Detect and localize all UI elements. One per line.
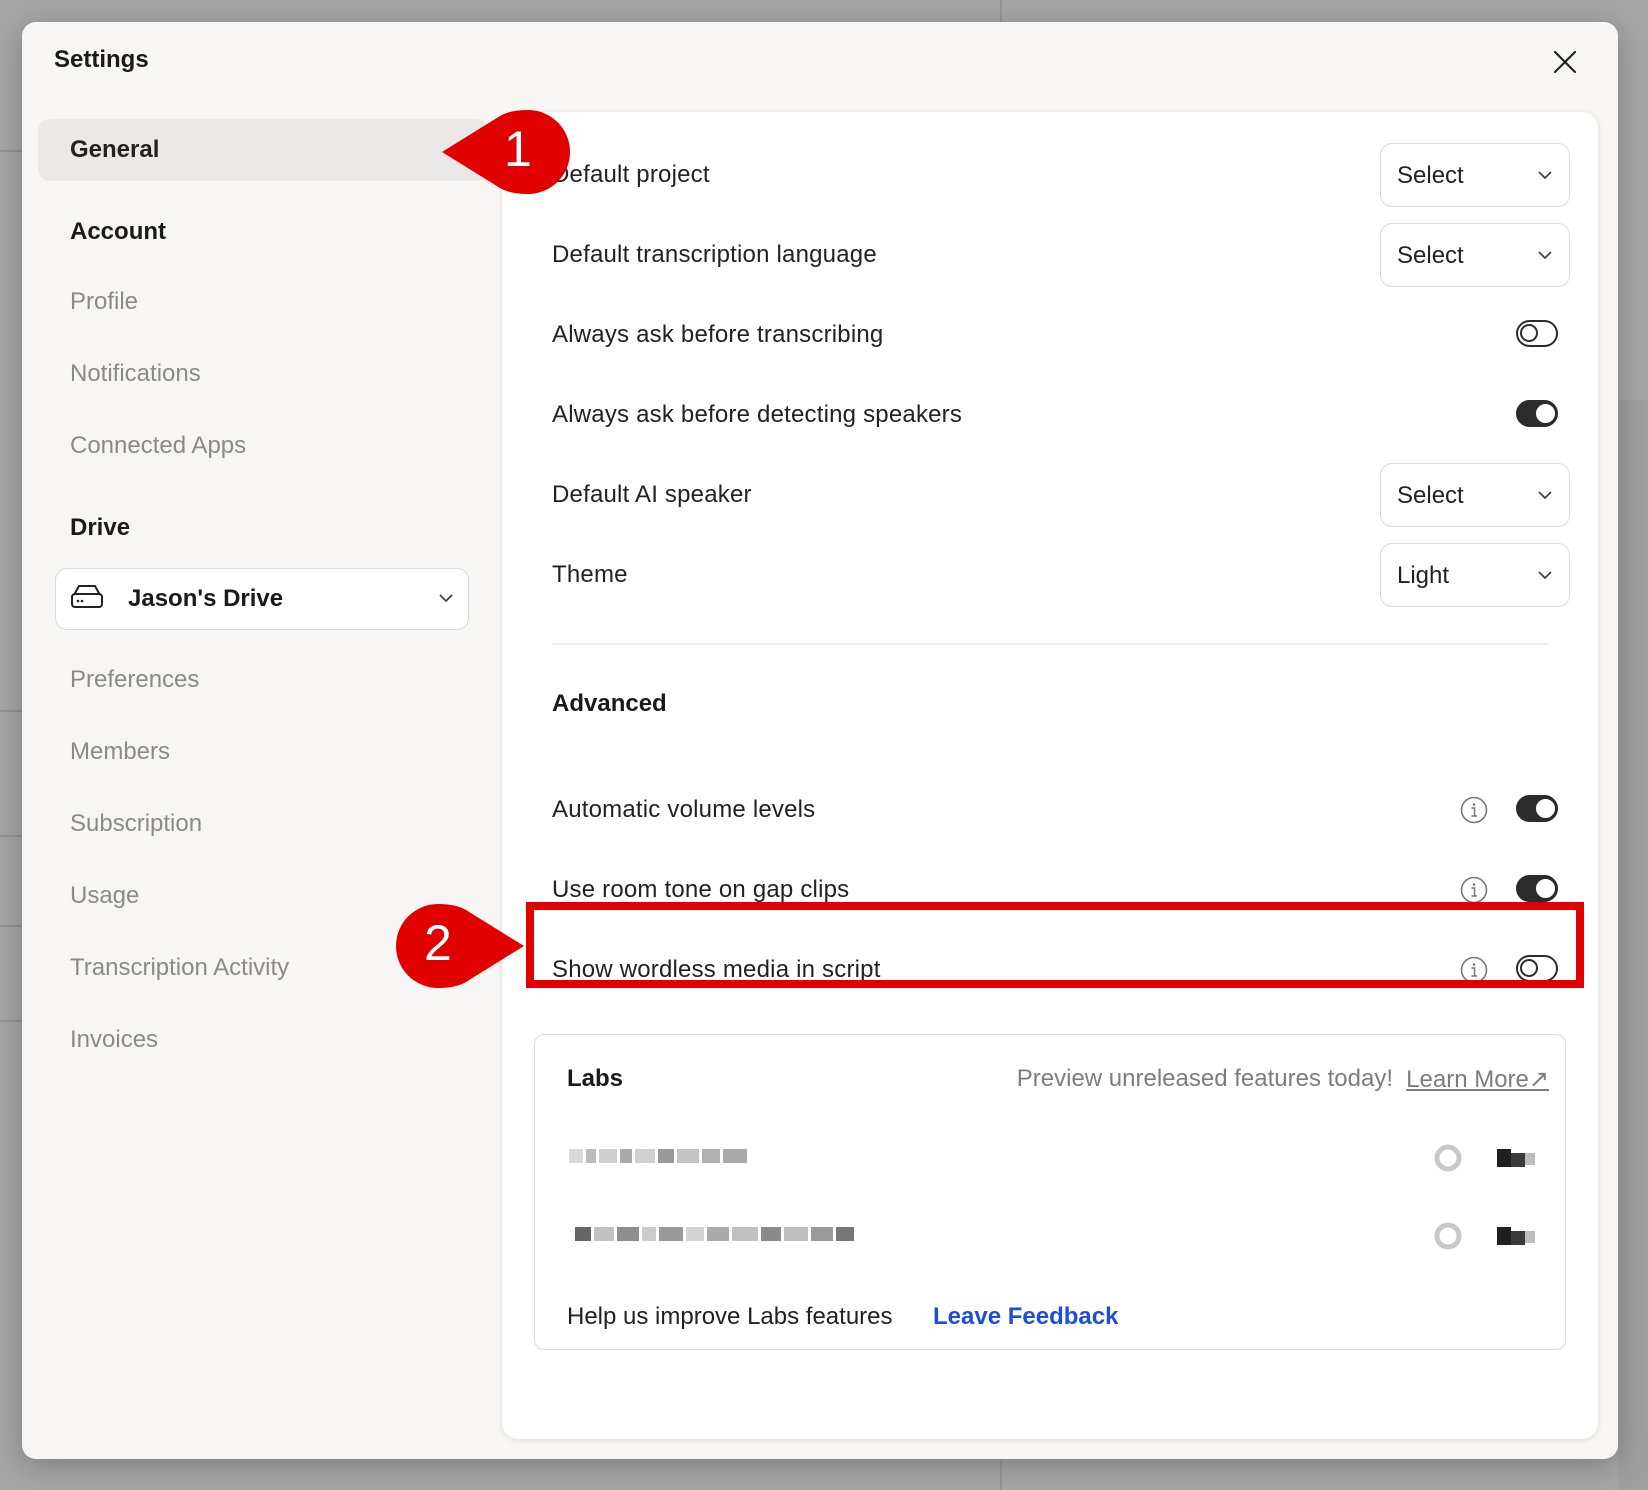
ask-transcribing-toggle[interactable] xyxy=(1516,320,1558,347)
background-line xyxy=(0,1020,22,1022)
sidebar-item-members[interactable]: Members xyxy=(38,721,488,783)
callout-2-number: 2 xyxy=(424,915,452,971)
redacted-feature-label xyxy=(575,1225,857,1245)
learn-more-link[interactable]: Learn More↗ xyxy=(1406,1065,1549,1094)
drive-select[interactable]: Jason's Drive xyxy=(55,568,469,630)
settings-modal: Settings General Account Profile Notific… xyxy=(22,22,1618,1459)
sidebar-item-label: Members xyxy=(70,738,171,765)
callout-2: 2 xyxy=(394,904,524,993)
callout-1: 1 xyxy=(442,110,572,199)
select-value: Select xyxy=(1397,162,1464,189)
sidebar-item-profile[interactable]: Profile xyxy=(38,271,488,333)
setting-label: Automatic volume levels xyxy=(552,796,816,823)
toggle-knob xyxy=(1520,324,1538,342)
setting-default-ai-speaker: Default AI speaker Select xyxy=(502,463,1598,527)
chevron-down-icon xyxy=(1537,488,1553,506)
auto-volume-toggle[interactable] xyxy=(1516,795,1558,822)
select-value: Select xyxy=(1397,242,1464,269)
sidebar-item-general[interactable]: General xyxy=(38,119,488,181)
setting-label: Use room tone on gap clips xyxy=(552,876,850,903)
highlight-box xyxy=(526,902,1584,988)
background-panel xyxy=(1618,400,1648,1490)
background-line xyxy=(0,835,22,837)
redacted-toggle xyxy=(1495,1221,1535,1251)
redacted-info-icon xyxy=(1433,1143,1467,1173)
redacted-toggle xyxy=(1495,1143,1535,1173)
toggle-knob xyxy=(1536,879,1555,898)
info-icon[interactable] xyxy=(1459,795,1489,825)
chevron-down-icon xyxy=(1537,248,1553,266)
sidebar-heading-account: Account xyxy=(70,218,166,245)
default-project-select[interactable]: Select xyxy=(1380,143,1570,207)
sidebar-item-label: Usage xyxy=(70,882,140,909)
sidebar-item-notifications[interactable]: Notifications xyxy=(38,343,488,405)
setting-default-language: Default transcription language Select xyxy=(502,223,1598,287)
sidebar-item-label: Invoices xyxy=(70,1026,159,1053)
sidebar-item-label: Notifications xyxy=(70,360,201,387)
settings-sidebar: General Account Profile Notifications Co… xyxy=(22,22,502,1459)
redacted-info-icon xyxy=(1433,1221,1467,1251)
callout-1-number: 1 xyxy=(504,121,532,177)
leave-feedback-link[interactable]: Leave Feedback xyxy=(933,1303,1118,1331)
theme-select[interactable]: Light xyxy=(1380,543,1570,607)
drive-icon xyxy=(70,583,104,616)
background-line xyxy=(0,925,22,927)
setting-label: Always ask before detecting speakers xyxy=(552,401,963,428)
section-divider xyxy=(552,643,1548,645)
setting-theme: Theme Light xyxy=(502,543,1598,607)
sidebar-item-label: Subscription xyxy=(70,810,203,837)
close-icon[interactable] xyxy=(1550,47,1580,77)
background-line xyxy=(0,710,22,712)
callout-2-shape xyxy=(396,904,524,988)
ask-speakers-toggle[interactable] xyxy=(1516,400,1558,427)
toggle-knob xyxy=(1536,404,1555,423)
setting-label: Default project xyxy=(552,161,710,188)
setting-ask-transcribing: Always ask before transcribing xyxy=(502,303,1598,367)
sidebar-item-label: Transcription Activity xyxy=(70,954,290,981)
select-value: Select xyxy=(1397,482,1464,509)
toggle-knob xyxy=(1536,799,1555,818)
setting-label: Default AI speaker xyxy=(552,481,752,508)
setting-default-project: Default project Select xyxy=(502,143,1598,207)
chevron-down-icon xyxy=(1537,168,1553,186)
sidebar-item-preferences[interactable]: Preferences xyxy=(38,649,488,711)
redacted-feature-label xyxy=(569,1147,750,1167)
sidebar-item-invoices[interactable]: Invoices xyxy=(38,1009,488,1071)
chevron-down-icon xyxy=(1537,568,1553,586)
sidebar-heading-drive: Drive xyxy=(70,514,131,541)
labs-card: Labs Preview unreleased features today! … xyxy=(534,1034,1566,1350)
labs-title: Labs xyxy=(567,1065,624,1092)
default-language-select[interactable]: Select xyxy=(1380,223,1570,287)
default-ai-speaker-select[interactable]: Select xyxy=(1380,463,1570,527)
sidebar-item-label: General xyxy=(70,136,160,163)
general-settings-panel: Default project Select Default transcrip… xyxy=(502,112,1598,1439)
setting-ask-speakers: Always ask before detecting speakers xyxy=(502,383,1598,447)
info-icon[interactable] xyxy=(1459,875,1489,905)
setting-label: Theme xyxy=(552,561,628,588)
labs-help-text: Help us improve Labs features xyxy=(567,1303,893,1330)
sidebar-item-label: Connected Apps xyxy=(70,432,247,459)
sidebar-item-label: Profile xyxy=(70,288,139,315)
setting-label: Default transcription language xyxy=(552,241,877,268)
room-tone-toggle[interactable] xyxy=(1516,875,1558,902)
background-line xyxy=(0,150,22,152)
advanced-heading: Advanced xyxy=(552,690,667,717)
sidebar-item-connected-apps[interactable]: Connected Apps xyxy=(38,415,488,477)
select-value: Light xyxy=(1397,562,1450,589)
labs-preview-text: Preview unreleased features today! xyxy=(1016,1065,1393,1092)
sidebar-item-subscription[interactable]: Subscription xyxy=(38,793,488,855)
setting-auto-volume: Automatic volume levels xyxy=(502,778,1598,842)
drive-select-label: Jason's Drive xyxy=(128,585,284,612)
sidebar-item-label: Preferences xyxy=(70,666,200,693)
setting-label: Always ask before transcribing xyxy=(552,321,884,348)
chevron-down-icon xyxy=(438,591,454,609)
